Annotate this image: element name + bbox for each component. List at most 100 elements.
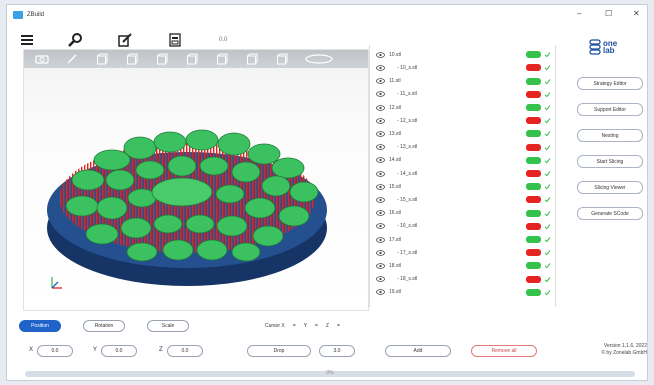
camera-icon[interactable] <box>34 53 50 65</box>
remove-all-button[interactable]: Remove all <box>471 345 537 357</box>
eye-icon[interactable] <box>376 157 385 164</box>
eye-icon[interactable] <box>376 289 385 296</box>
list-item[interactable]: - 16_s.stl <box>370 221 554 233</box>
list-item[interactable]: 12.stl <box>370 102 554 114</box>
list-item[interactable]: - 14_s.stl <box>370 168 554 180</box>
edit-icon[interactable] <box>113 30 137 50</box>
z-label: Z <box>159 347 163 353</box>
eye-icon[interactable] <box>376 144 385 150</box>
visibility-toggle[interactable] <box>526 196 541 204</box>
x-input[interactable]: 0.0 <box>37 345 73 357</box>
maximize-button[interactable]: ☐ <box>605 9 612 18</box>
visibility-toggle[interactable] <box>526 170 541 178</box>
list-item[interactable]: 11.stl <box>370 75 554 87</box>
list-item[interactable]: 15.stl <box>370 181 554 193</box>
cube-top-icon[interactable] <box>184 53 200 65</box>
eye-icon[interactable] <box>376 183 385 190</box>
app-icon <box>13 11 23 19</box>
transform-panel: Position Rotation Scale Cursor X = Y = Z… <box>7 311 555 371</box>
cursor-y-label: Y <box>303 323 307 329</box>
generate-scode-button[interactable]: Generate SCode <box>577 207 643 220</box>
cube-front-icon[interactable] <box>94 53 110 65</box>
cube-iso-icon[interactable] <box>214 53 230 65</box>
3d-viewport[interactable] <box>23 49 369 311</box>
eye-icon[interactable] <box>376 223 385 230</box>
eye-icon[interactable] <box>376 78 385 84</box>
strategy-editor-button[interactable]: Strategy Editor <box>577 77 643 90</box>
start-slicing-button[interactable]: Start Slicing <box>577 155 643 168</box>
eye-icon[interactable] <box>376 236 385 243</box>
list-item[interactable]: 14.stl <box>370 155 554 167</box>
onelab-logo: one lab <box>589 39 617 55</box>
z-input[interactable]: 0.0 <box>167 345 203 357</box>
eye-icon[interactable] <box>376 276 385 282</box>
eye-icon[interactable] <box>376 170 385 177</box>
list-item[interactable]: 16.stl <box>370 207 554 219</box>
eye-icon[interactable] <box>376 131 385 137</box>
list-item[interactable]: 13.stl <box>370 128 554 140</box>
visibility-toggle[interactable] <box>526 143 541 151</box>
visibility-toggle[interactable] <box>526 275 541 283</box>
list-item[interactable]: - 11_s.stl <box>370 89 554 101</box>
minimize-button[interactable]: – <box>577 9 581 18</box>
eye-icon[interactable] <box>376 210 385 216</box>
menu-icon[interactable] <box>15 30 39 50</box>
visibility-toggle[interactable] <box>526 64 541 72</box>
cube-side-icon[interactable] <box>124 53 140 65</box>
list-item[interactable]: 18.stl <box>370 260 554 272</box>
drop-button[interactable]: Drop <box>247 345 311 357</box>
search-icon[interactable] <box>63 30 87 50</box>
support-editor-button[interactable]: Support Editor <box>577 103 643 116</box>
visibility-toggle[interactable] <box>526 117 541 125</box>
scale-tab[interactable]: Scale <box>147 320 189 332</box>
list-item[interactable]: 19.stl <box>370 287 554 299</box>
check-icon <box>544 250 551 256</box>
eye-icon[interactable] <box>376 197 385 203</box>
visibility-toggle[interactable] <box>526 222 541 230</box>
y-input[interactable]: 0.0 <box>101 345 137 357</box>
visibility-toggle[interactable] <box>526 104 541 112</box>
pencil-icon[interactable] <box>64 53 80 65</box>
visibility-toggle[interactable] <box>526 249 541 257</box>
eye-icon[interactable] <box>376 91 385 98</box>
eye-icon[interactable] <box>376 51 385 58</box>
list-item[interactable]: - 10_s.stl <box>370 62 554 74</box>
visibility-toggle[interactable] <box>526 209 541 217</box>
list-item[interactable]: - 18_s.stl <box>370 273 554 285</box>
list-item[interactable]: 10.stl <box>370 49 554 61</box>
eye-icon[interactable] <box>376 117 385 124</box>
drop-value-input[interactable]: 3.0 <box>319 345 355 357</box>
cube-right-icon[interactable] <box>274 53 290 65</box>
cube-left-icon[interactable] <box>244 53 260 65</box>
rotation-tab[interactable]: Rotation <box>83 320 125 332</box>
visibility-toggle[interactable] <box>526 90 541 98</box>
view-toolbar <box>24 50 368 68</box>
visibility-toggle[interactable] <box>526 156 541 164</box>
list-item[interactable]: - 15_s.stl <box>370 194 554 206</box>
position-tab[interactable]: Position <box>19 320 61 332</box>
nesting-button[interactable]: Nesting <box>577 129 643 142</box>
list-item[interactable]: - 13_s.stl <box>370 141 554 153</box>
visibility-toggle[interactable] <box>526 262 541 270</box>
list-item[interactable]: - 12_s.stl <box>370 115 554 127</box>
visibility-toggle[interactable] <box>526 183 541 191</box>
cube-back-icon[interactable] <box>154 53 170 65</box>
list-item[interactable]: - 17_s.stl <box>370 247 554 259</box>
eye-icon[interactable] <box>376 249 385 256</box>
visibility-toggle[interactable] <box>526 236 541 244</box>
close-button[interactable]: ✕ <box>633 9 640 18</box>
visibility-toggle[interactable] <box>526 51 541 59</box>
eye-icon[interactable] <box>376 263 385 269</box>
list-item[interactable]: 17.stl <box>370 234 554 246</box>
visibility-toggle[interactable] <box>526 130 541 138</box>
visibility-toggle[interactable] <box>526 288 541 296</box>
platform-icon[interactable] <box>304 53 334 65</box>
copyright-text: © by Zonelab GmbH <box>601 350 647 356</box>
add-button[interactable]: Add <box>385 345 451 357</box>
file-icon[interactable] <box>163 30 187 50</box>
toolbar-label: 0.0 <box>219 37 228 43</box>
eye-icon[interactable] <box>376 65 385 71</box>
eye-icon[interactable] <box>376 104 385 111</box>
slicing-viewer-button[interactable]: Slicing Viewer <box>577 181 643 194</box>
visibility-toggle[interactable] <box>526 77 541 85</box>
